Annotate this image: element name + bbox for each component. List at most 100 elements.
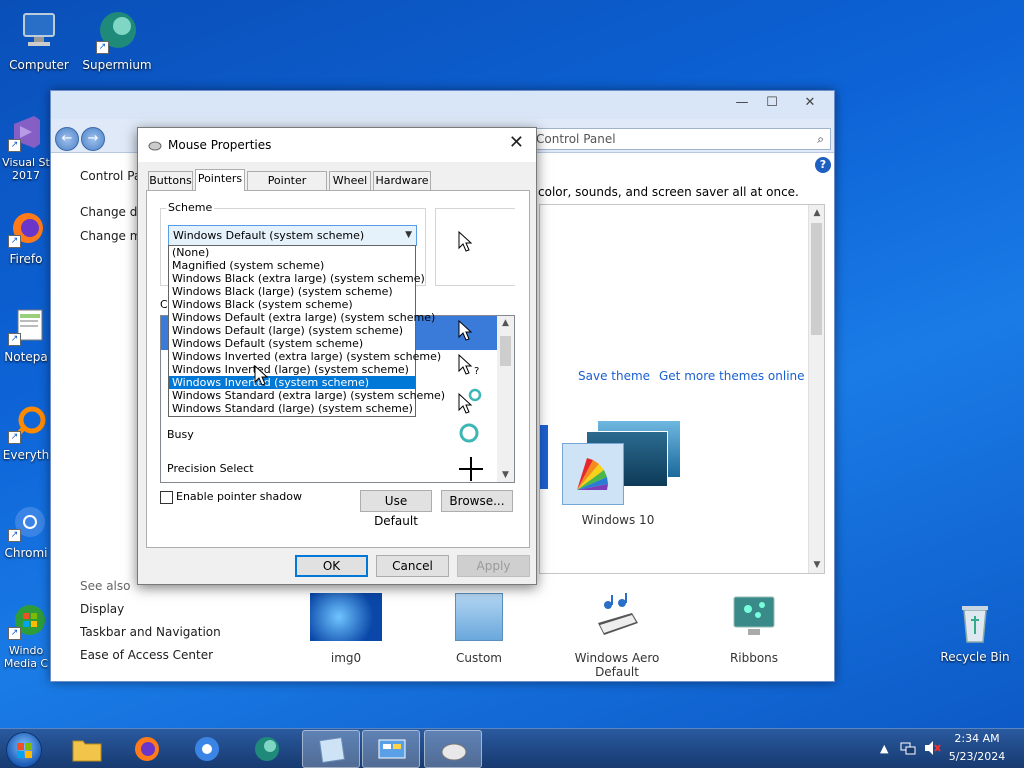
- tab-pointers[interactable]: Pointers: [195, 169, 245, 191]
- dropdown-option[interactable]: Windows Default (system scheme): [169, 337, 415, 350]
- taskbar-control-panel[interactable]: [362, 730, 420, 768]
- cursor-row-precision-select[interactable]: Precision Select: [161, 452, 499, 482]
- desktop-icon-chromium[interactable]: ↗ Chromi: [0, 502, 52, 560]
- desktop-icon-recycle-bin[interactable]: Recycle Bin: [938, 600, 1012, 664]
- show-hidden-icons-icon[interactable]: ▲: [880, 742, 888, 755]
- tab-pointer-options[interactable]: Pointer Options: [247, 171, 327, 205]
- shortcut-arrow-icon: ↗: [8, 627, 21, 640]
- ease-of-access-link[interactable]: Ease of Access Center: [80, 648, 213, 662]
- bottom-option-screen-saver[interactable]: Ribbons: [709, 593, 799, 665]
- tablet-icon: [319, 737, 345, 763]
- theme-tile-windows-10[interactable]: Windows 10: [562, 417, 686, 527]
- close-icon[interactable]: ✕: [509, 132, 524, 153]
- everything-search-icon: ↗: [6, 404, 46, 444]
- display-link[interactable]: Display: [80, 602, 124, 616]
- see-also-heading: See also: [80, 579, 131, 593]
- bottom-option-label: Windows Aero Default: [574, 651, 660, 679]
- cursor-row-label: Precision Select: [167, 462, 254, 475]
- arrow-cursor-icon: [458, 320, 473, 341]
- cancel-button[interactable]: Cancel: [376, 555, 449, 577]
- browse-button[interactable]: Browse...: [441, 490, 513, 512]
- scroll-down-icon[interactable]: ▼: [809, 557, 825, 573]
- start-button[interactable]: [6, 732, 42, 768]
- taskbar-navigation-link[interactable]: Taskbar and Navigation: [80, 625, 221, 639]
- save-theme-link[interactable]: Save theme: [578, 369, 650, 383]
- desktop-icon-notepad[interactable]: ↗ Notepa: [0, 306, 52, 364]
- dropdown-option[interactable]: Windows Black (extra large) (system sche…: [169, 272, 425, 285]
- desktop-icon-label: Firefo: [9, 252, 43, 266]
- scrollbar-thumb[interactable]: [811, 223, 822, 335]
- taskbar-tablet-app[interactable]: [302, 730, 360, 768]
- dialog-titlebar[interactable]: Mouse Properties ✕: [138, 128, 536, 162]
- desktop-icon-supermium[interactable]: ↗ Supermium: [80, 8, 154, 72]
- dropdown-option[interactable]: Magnified (system scheme): [169, 259, 415, 272]
- bottom-option-custom[interactable]: Custom: [434, 593, 524, 665]
- back-button[interactable]: ←: [55, 127, 79, 151]
- window-titlebar[interactable]: — ☐ ✕: [51, 91, 834, 119]
- dropdown-option[interactable]: Windows Standard (extra large) (system s…: [169, 389, 445, 402]
- get-more-themes-link[interactable]: Get more themes online: [659, 369, 805, 383]
- dropdown-option[interactable]: Windows Default (large) (system scheme): [169, 324, 415, 337]
- dropdown-option[interactable]: Windows Inverted (large) (system scheme): [169, 363, 415, 376]
- dropdown-option[interactable]: Windows Default (extra large) (system sc…: [169, 311, 435, 324]
- firefox-icon: ↗: [6, 208, 46, 248]
- taskbar-firefox[interactable]: [118, 730, 176, 768]
- theme-list-scrollbar[interactable]: ▲ ▼: [808, 205, 824, 573]
- desktop-icon-firefox[interactable]: ↗ Firefo: [0, 208, 52, 266]
- theme-tile-partial[interactable]: [540, 425, 548, 489]
- forward-button[interactable]: →: [81, 127, 105, 151]
- scroll-up-icon[interactable]: ▲: [809, 205, 825, 221]
- desktop-icon-visual-studio[interactable]: ↗ Visual St 2017: [0, 112, 52, 182]
- chromium-icon: ↗: [6, 502, 46, 542]
- tab-hardware[interactable]: Hardware: [373, 171, 431, 190]
- dropdown-option[interactable]: Windows Black (system scheme): [169, 298, 415, 311]
- clock-time[interactable]: 2:34 AM: [950, 732, 1004, 745]
- ok-button[interactable]: OK: [295, 555, 368, 577]
- enable-pointer-shadow-label[interactable]: Enable pointer shadow: [176, 490, 302, 503]
- bottom-option-sounds[interactable]: Windows Aero Default: [551, 593, 683, 679]
- dropdown-option[interactable]: Windows Black (large) (system scheme): [169, 285, 415, 298]
- use-default-button[interactable]: Use Default: [360, 490, 432, 528]
- desktop-icon-computer[interactable]: Computer: [2, 8, 76, 72]
- shortcut-arrow-icon: ↗: [8, 139, 21, 152]
- taskbar-file-explorer[interactable]: [58, 730, 116, 768]
- dropdown-option[interactable]: Windows Standard (large) (system scheme): [169, 402, 415, 415]
- scheme-select[interactable]: Windows Default (system scheme) ▼: [168, 225, 417, 246]
- scrollbar-thumb[interactable]: [500, 336, 511, 366]
- cursor-row-busy[interactable]: Busy: [161, 418, 499, 452]
- taskbar-mouse-properties[interactable]: [424, 730, 482, 768]
- scroll-up-icon[interactable]: ▲: [497, 318, 514, 328]
- apply-button[interactable]: Apply: [457, 555, 530, 577]
- chevron-down-icon: ▼: [405, 230, 412, 240]
- desktop-icon-everything[interactable]: ↗ Everyth: [0, 404, 52, 462]
- theme-list[interactable]: Save theme Get more themes online Window…: [539, 204, 825, 574]
- network-icon[interactable]: [900, 740, 916, 759]
- taskbar-supermium[interactable]: [238, 730, 296, 768]
- volume-muted-icon[interactable]: [924, 740, 942, 759]
- color-fan-icon: [577, 458, 608, 490]
- scroll-down-icon[interactable]: ▼: [497, 470, 514, 480]
- breadcrumb[interactable]: Control Panel ⌕: [521, 128, 831, 150]
- bottom-option-img0[interactable]: img0: [301, 593, 391, 665]
- maximize-button[interactable]: ☐: [758, 93, 786, 113]
- tab-buttons[interactable]: Buttons: [148, 171, 193, 190]
- dropdown-option[interactable]: (None): [169, 246, 415, 259]
- desktop-icon-windows-media-center[interactable]: ↗ Windo Media C: [0, 600, 52, 670]
- shortcut-arrow-icon: ↗: [96, 41, 109, 54]
- tab-wheel[interactable]: Wheel: [329, 171, 371, 190]
- enable-pointer-shadow-checkbox[interactable]: [160, 491, 173, 504]
- arrow-cursor-icon: [458, 231, 473, 252]
- bottom-option-label: Ribbons: [729, 651, 779, 665]
- scheme-dropdown-list[interactable]: (None) Magnified (system scheme) Windows B…: [168, 245, 445, 417]
- cursor-list-scrollbar[interactable]: ▲ ▼: [497, 316, 514, 482]
- dropdown-option[interactable]: Windows Inverted (system scheme): [169, 376, 415, 389]
- minimize-button[interactable]: —: [728, 93, 756, 113]
- help-icon[interactable]: ?: [815, 157, 831, 173]
- dropdown-option[interactable]: Windows Inverted (extra large) (system s…: [169, 350, 441, 363]
- clock-date[interactable]: 5/23/2024: [944, 750, 1010, 763]
- notepad-icon: ↗: [6, 306, 46, 346]
- search-icon[interactable]: ⌕: [817, 129, 824, 149]
- change-desktop-icons-link[interactable]: Change de: [80, 205, 145, 219]
- taskbar-chromium[interactable]: [178, 730, 236, 768]
- close-button[interactable]: ✕: [796, 93, 824, 113]
